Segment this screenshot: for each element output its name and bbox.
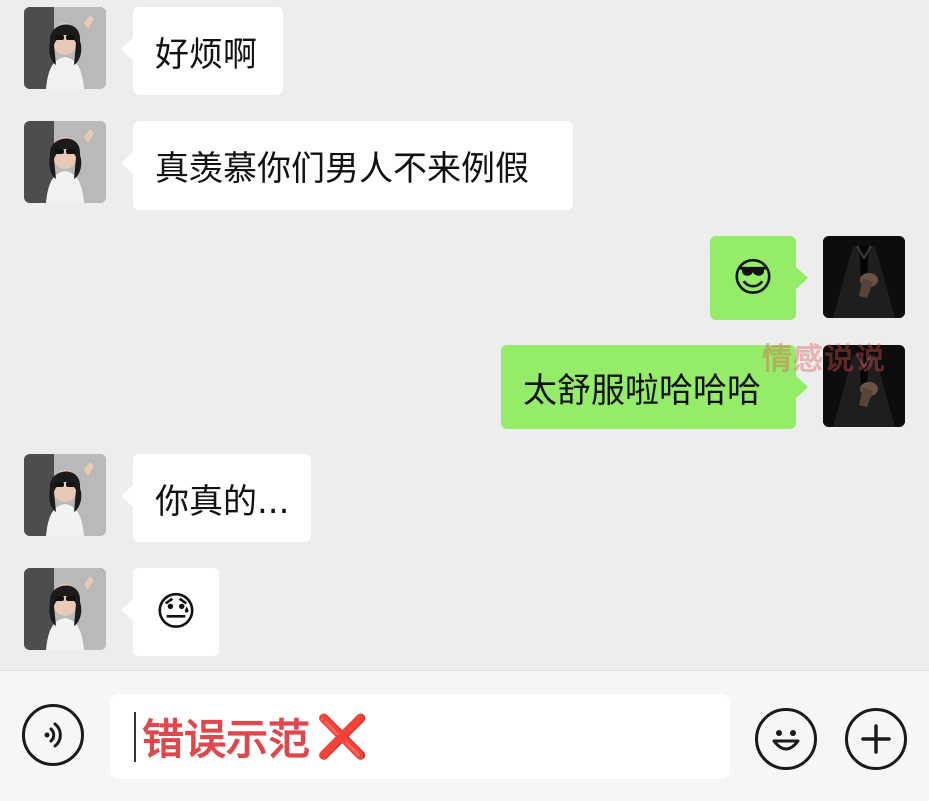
voice-button[interactable] bbox=[22, 704, 84, 766]
message-text: 真羡慕你们男人不来例假 bbox=[155, 149, 529, 189]
input-toolbar: 错误示范 ❌ bbox=[0, 670, 929, 801]
woman-photo-icon bbox=[24, 568, 106, 650]
message-bubble[interactable]: 太舒服啦哈哈哈 bbox=[501, 345, 808, 429]
emoji-icon bbox=[772, 730, 800, 751]
emoji-button[interactable] bbox=[755, 708, 817, 770]
contact-avatar[interactable] bbox=[24, 568, 106, 650]
text-caret bbox=[134, 711, 136, 762]
message-bubble[interactable]: 😓 bbox=[121, 568, 219, 656]
sweat-emoji: 😓 bbox=[155, 589, 197, 635]
message-bubble[interactable]: 😎 bbox=[710, 236, 808, 320]
watermark: 情感说说 bbox=[762, 342, 886, 377]
woman-photo-icon bbox=[24, 7, 106, 89]
message-input[interactable]: 错误示范 ❌ bbox=[110, 694, 730, 779]
woman-photo-icon bbox=[24, 121, 106, 203]
add-icon bbox=[861, 724, 891, 754]
message-bubble[interactable]: 好烦啊 bbox=[121, 7, 283, 95]
message-bubble[interactable]: 你真的... bbox=[121, 454, 311, 542]
my-avatar[interactable] bbox=[823, 236, 905, 318]
cross-mark-icon: ❌ bbox=[316, 711, 369, 761]
woman-photo-icon bbox=[24, 454, 106, 536]
add-button[interactable] bbox=[845, 708, 907, 770]
chat-area[interactable]: 好烦啊 真羡慕你们男人不来例假 😎 太舒服啦哈哈哈 你真的... 😓 情感说说 bbox=[0, 0, 929, 670]
message-bubble[interactable]: 真羡慕你们男人不来例假 bbox=[121, 121, 573, 210]
input-value: 错误示范 bbox=[142, 715, 311, 764]
sunglasses-emoji: 😎 bbox=[732, 255, 774, 301]
message-text: 你真的... bbox=[155, 481, 290, 522]
contact-avatar[interactable] bbox=[24, 121, 106, 203]
suit-man-photo-icon bbox=[823, 236, 905, 318]
message-text: 好烦啊 bbox=[155, 34, 257, 75]
message-text: 太舒服啦哈哈哈 bbox=[523, 370, 761, 411]
contact-avatar[interactable] bbox=[24, 454, 106, 536]
contact-avatar[interactable] bbox=[24, 7, 106, 89]
voice-icon bbox=[44, 722, 62, 748]
